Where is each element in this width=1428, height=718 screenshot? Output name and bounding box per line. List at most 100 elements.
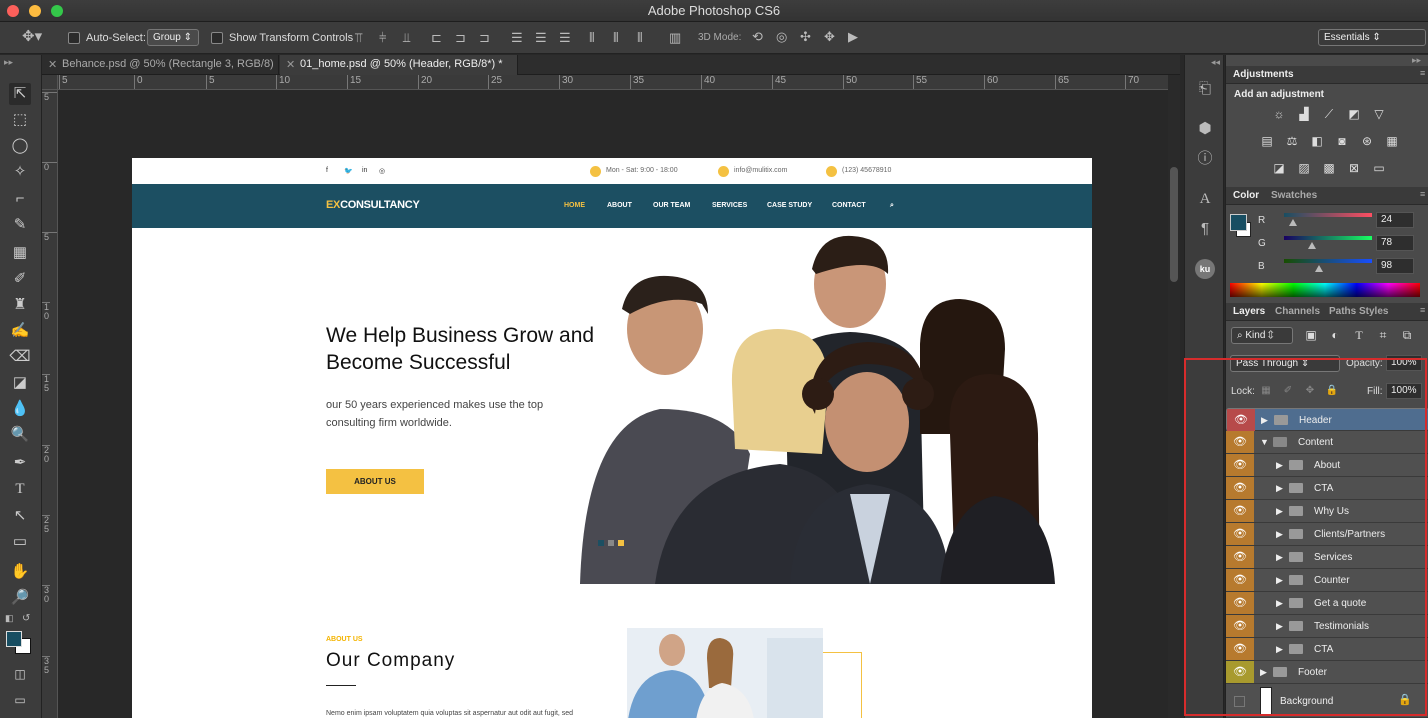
tab-styles[interactable]: Styles	[1359, 306, 1388, 317]
threshold-icon[interactable]: ▩	[1321, 161, 1337, 175]
gradient-map-icon[interactable]: ▭	[1371, 161, 1387, 175]
type-tool-icon[interactable]: T	[9, 478, 31, 500]
color-lookup-icon[interactable]: ▦	[1384, 134, 1400, 148]
r-value-field[interactable]: 24	[1376, 212, 1414, 228]
black-white-icon[interactable]: ◧	[1309, 134, 1325, 148]
tab-channels[interactable]: Channels	[1275, 306, 1320, 317]
exposure-icon[interactable]: ◩	[1346, 107, 1362, 121]
auto-select-checkbox[interactable]	[68, 32, 80, 45]
auto-align-icon[interactable]: ▥	[669, 31, 681, 45]
tab-behance[interactable]: ✕ Behance.psd @ 50% (Rectangle 3, RGB/8)	[42, 55, 279, 75]
brightness-icon[interactable]: ☼	[1271, 107, 1287, 121]
tab-layers[interactable]: Layers	[1233, 306, 1265, 317]
align-top-icon[interactable]: ⫪	[355, 31, 362, 45]
brush-tool-icon[interactable]: ✐	[9, 268, 31, 290]
paragraph-panel-icon[interactable]: ¶	[1195, 219, 1215, 239]
workspace-dropdown[interactable]: Essentials ⇕	[1318, 29, 1426, 46]
align-vcenter-icon[interactable]: ⫩	[379, 31, 386, 45]
vibrance-icon[interactable]: ▽	[1371, 107, 1387, 121]
selective-color-icon[interactable]: ⊠	[1346, 161, 1362, 175]
tab-color[interactable]: Color	[1233, 190, 1259, 201]
healing-brush-tool-icon[interactable]: ▦	[9, 242, 31, 264]
filter-shape-icon[interactable]: ⌗	[1375, 328, 1391, 342]
history-panel-icon[interactable]: ⎗	[1195, 79, 1215, 99]
foreground-color-swatch[interactable]	[6, 631, 22, 647]
3d-scale-icon[interactable]: ▶	[848, 30, 858, 44]
r-slider-thumb[interactable]	[1289, 219, 1297, 226]
3d-rotate-icon[interactable]: ⟲	[752, 30, 763, 44]
invert-icon[interactable]: ◪	[1271, 161, 1287, 175]
hue-saturation-icon[interactable]: ▤	[1259, 134, 1275, 148]
distribute-vcenter-icon[interactable]: ☰	[535, 31, 547, 45]
b-slider[interactable]	[1284, 259, 1372, 263]
filter-type-icon[interactable]: T	[1351, 328, 1367, 342]
posterize-icon[interactable]: ▨	[1296, 161, 1312, 175]
g-value-field[interactable]: 78	[1376, 235, 1414, 251]
transform-controls-checkbox[interactable]	[211, 32, 223, 45]
eraser-tool-icon[interactable]: ⌫	[9, 346, 31, 368]
align-left-icon[interactable]: ⊏	[431, 31, 442, 45]
distribute-bottom-icon[interactable]: ☰	[559, 31, 571, 45]
channel-mixer-icon[interactable]: ⊛	[1359, 134, 1375, 148]
info-panel-icon[interactable]: ⓘ	[1195, 149, 1215, 169]
g-slider-thumb[interactable]	[1308, 242, 1316, 249]
zoom-tool-icon[interactable]: 🔎	[9, 587, 31, 609]
distribute-top-icon[interactable]: ☰	[511, 31, 523, 45]
3d-panel-icon[interactable]: ⬢	[1195, 119, 1215, 139]
magic-wand-tool-icon[interactable]: ✧	[9, 161, 31, 183]
blur-tool-icon[interactable]: 💧	[9, 398, 31, 420]
dodge-tool-icon[interactable]: 🔍	[9, 424, 31, 446]
move-tool-preset-icon[interactable]: ✥▾	[22, 29, 42, 44]
rectangle-tool-icon[interactable]: ▭	[9, 531, 31, 553]
panel-menu-icon[interactable]: ≡	[1420, 189, 1425, 199]
screen-mode-icon[interactable]: ▭	[9, 689, 31, 711]
collapse-tools-icon[interactable]: ▸▸	[4, 57, 13, 68]
3d-drag-icon[interactable]: ✣	[800, 30, 811, 44]
clone-stamp-tool-icon[interactable]: ♜	[9, 294, 31, 316]
scrollbar-thumb[interactable]	[1170, 167, 1178, 282]
ruler-origin[interactable]	[42, 75, 58, 90]
auto-select-dropdown[interactable]: Group ⇕	[147, 29, 199, 46]
document-page[interactable]: f 🐦 in ◎ Mon - Sat: 9:00 - 18:00 info@mu…	[132, 158, 1092, 718]
b-slider-thumb[interactable]	[1315, 265, 1323, 272]
kuler-panel-icon[interactable]: ku	[1195, 259, 1215, 279]
marquee-tool-icon[interactable]: ⬚	[9, 109, 31, 131]
filter-pixel-icon[interactable]: ▣	[1303, 328, 1319, 342]
canvas-area[interactable]: f 🐦 in ◎ Mon - Sat: 9:00 - 18:00 info@mu…	[58, 90, 1168, 718]
color-foreground-swatch[interactable]	[1230, 214, 1247, 231]
layer-filter-kind[interactable]: ⌕ Kind ⇕	[1231, 327, 1293, 344]
swap-colors-icon[interactable]: ↺	[22, 613, 30, 624]
history-brush-tool-icon[interactable]: ✍	[9, 320, 31, 342]
collapse-panels-icon[interactable]: ▸▸	[1412, 55, 1421, 66]
levels-icon[interactable]: ▟	[1296, 107, 1312, 121]
b-value-field[interactable]: 98	[1376, 258, 1414, 274]
filter-smart-object-icon[interactable]: ⧉	[1399, 328, 1415, 342]
tab-paths[interactable]: Paths	[1329, 306, 1356, 317]
distribute-hcenter-icon[interactable]: ⦀	[613, 31, 619, 45]
eyedropper-tool-icon[interactable]: ✎	[9, 214, 31, 236]
3d-slide-icon[interactable]: ✥	[824, 30, 835, 44]
curves-icon[interactable]: ⟋	[1321, 107, 1337, 121]
close-tab-icon[interactable]: ✕	[48, 58, 57, 71]
color-balance-icon[interactable]: ⚖	[1284, 134, 1300, 148]
3d-roll-icon[interactable]: ◎	[776, 30, 787, 44]
canvas-scrollbar[interactable]	[1168, 75, 1180, 718]
align-bottom-icon[interactable]: ⫫	[403, 31, 410, 45]
path-selection-tool-icon[interactable]: ↖	[9, 505, 31, 527]
crop-tool-icon[interactable]: ⌐	[9, 188, 31, 210]
paint-bucket-tool-icon[interactable]: ◪	[9, 372, 31, 394]
photo-filter-icon[interactable]: ◙	[1334, 134, 1350, 148]
panel-menu-icon[interactable]: ≡	[1420, 305, 1425, 315]
align-right-icon[interactable]: ⊐	[479, 31, 490, 45]
character-panel-icon[interactable]: A	[1195, 189, 1215, 209]
distribute-left-icon[interactable]: ⦀	[589, 31, 595, 45]
pen-tool-icon[interactable]: ✒	[9, 452, 31, 474]
distribute-right-icon[interactable]: ⦀	[637, 31, 643, 45]
lasso-tool-icon[interactable]: ◯	[9, 135, 31, 157]
filter-adjustment-icon[interactable]: ◐	[1327, 328, 1343, 342]
quick-mask-icon[interactable]: ◫	[9, 663, 31, 685]
r-slider[interactable]	[1284, 213, 1372, 217]
tab-01-home[interactable]: ✕ 01_home.psd @ 50% (Header, RGB/8*) *	[280, 55, 518, 75]
tab-adjustments[interactable]: Adjustments	[1233, 69, 1294, 80]
tab-swatches[interactable]: Swatches	[1271, 190, 1317, 201]
